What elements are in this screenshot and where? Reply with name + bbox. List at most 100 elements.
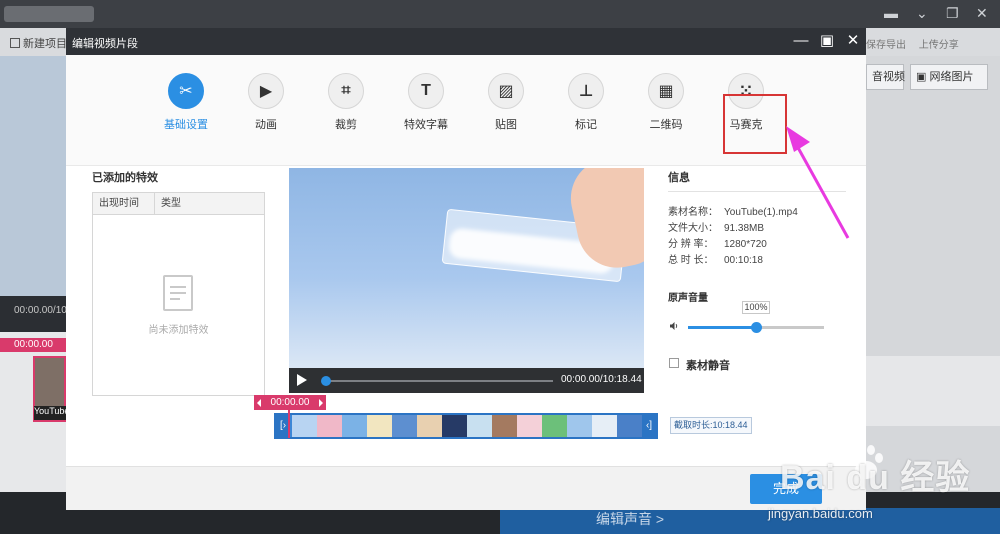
film-frame: [392, 415, 417, 437]
timeline-marker[interactable]: 00:00.00: [0, 338, 66, 352]
animation-icon: ▶: [248, 73, 284, 109]
tab-sticker[interactable]: ▨ 贴图: [466, 73, 546, 132]
qrcode-icon: ▦: [648, 73, 684, 109]
dialog-footer: [66, 466, 866, 510]
mute-label[interactable]: 素材静音: [686, 357, 730, 373]
tab-label: 标记: [575, 119, 597, 131]
film-frame: [417, 415, 442, 437]
info-value: 91.38MB: [724, 223, 765, 234]
tab-label: 基础设置: [164, 119, 208, 131]
effects-title: 已添加的特效: [92, 172, 158, 184]
mute-checkbox[interactable]: [669, 358, 679, 368]
info-value: 1280*720: [724, 239, 767, 250]
tab-qrcode[interactable]: ▦ 二维码: [626, 73, 706, 132]
volume-fill: [688, 326, 756, 329]
close-icon[interactable]: ✕: [976, 5, 988, 22]
progress-knob[interactable]: [321, 376, 331, 386]
volume-knob[interactable]: [751, 322, 762, 333]
web-image-button[interactable]: ▣ 网络图片: [910, 64, 988, 90]
film-frame: [542, 415, 567, 437]
info-row-duration: 总 时 长： 00:10:18: [668, 251, 763, 266]
effects-header: 出现时间 类型: [93, 193, 264, 215]
tab-label: 特效字幕: [404, 119, 448, 131]
info-key: 文件大小：: [668, 223, 718, 234]
video-preview[interactable]: [289, 168, 644, 368]
film-frame: [467, 415, 492, 437]
column-time[interactable]: 出现时间: [93, 193, 155, 214]
trim-filmstrip[interactable]: [› ‹]: [274, 413, 658, 439]
image-icon: ▨: [488, 73, 524, 109]
audio-video-button[interactable]: 音视频: [866, 64, 905, 90]
material-panel: [866, 56, 1000, 492]
menu-icon[interactable]: ⌄: [916, 5, 928, 22]
dialog-title-bar: 编辑视频片段 — ▣ ✕: [66, 28, 866, 55]
header-actions: 保存导出 上传分享: [866, 36, 969, 51]
player-controls: 00:00.00/10:18.44: [289, 368, 644, 393]
image-icon: ▣: [916, 71, 930, 83]
tab-basic-settings[interactable]: ✂ 基础设置: [146, 73, 226, 132]
dialog-maximize-icon[interactable]: ▣: [818, 32, 836, 50]
minimize-icon[interactable]: ▬: [884, 5, 898, 21]
cut-length-label: 截取时长:10:18.44: [670, 417, 752, 434]
tab-label: 裁剪: [335, 119, 357, 131]
volume-slider[interactable]: [688, 322, 824, 333]
volume-title: 原声音量: [668, 293, 708, 304]
info-title: 信息: [668, 172, 690, 184]
info-row-name: 素材名称： YouTube(1).mp4: [668, 203, 798, 218]
info-value: 00:10:18: [724, 255, 763, 266]
dialog-title: 编辑视频片段: [72, 38, 138, 50]
app-title-bar: ▬ ⌄ ❐ ✕: [0, 0, 1000, 28]
speaker-icon[interactable]: [669, 321, 679, 331]
edit-audio-button[interactable]: 编辑声音 >: [500, 508, 1000, 534]
film-frame: [342, 415, 367, 437]
trim-pointer: [288, 410, 290, 438]
document-icon: [163, 275, 193, 311]
effects-table: 出现时间 类型 尚未添加特效: [92, 192, 265, 396]
mosaic-highlight-box: [723, 94, 787, 154]
restore-icon[interactable]: ❐: [946, 5, 959, 22]
play-icon[interactable]: [297, 374, 307, 386]
film-frame: [567, 415, 592, 437]
upload-share-link[interactable]: 上传分享: [919, 40, 959, 51]
trim-end-handle[interactable]: ‹]: [642, 415, 656, 437]
tab-label: 二维码: [649, 119, 683, 131]
tab-animation[interactable]: ▶ 动画: [226, 73, 306, 132]
tab-label: 动画: [255, 119, 277, 131]
volume-percent: 100%: [742, 301, 770, 314]
film-frame: [292, 415, 317, 437]
progress-bar[interactable]: [321, 376, 553, 386]
main-preview: [0, 56, 66, 296]
tab-label: 贴图: [495, 119, 517, 131]
crop-icon: ⌗: [328, 73, 364, 109]
plus-icon: [10, 38, 20, 48]
edit-clip-dialog: 编辑视频片段 — ▣ ✕ ✂ 基础设置 ▶ 动画 ⌗ 裁剪 T 特效字幕 ▨ 贴…: [66, 28, 866, 510]
info-row-resolution: 分 辨 率： 1280*720: [668, 235, 767, 250]
text-icon: T: [408, 73, 444, 109]
column-type[interactable]: 类型: [155, 193, 181, 214]
new-project-button[interactable]: 新建项目: [10, 35, 67, 51]
tab-marker[interactable]: ⊥ 标记: [546, 73, 626, 132]
info-key: 素材名称：: [668, 207, 718, 218]
film-frame: [442, 415, 467, 437]
film-frame: [317, 415, 342, 437]
trim-start-time[interactable]: 00:00.00: [254, 395, 326, 410]
audio-video-label: 音视频: [872, 71, 905, 83]
film-frame: [617, 415, 642, 437]
save-export-link[interactable]: 保存导出: [866, 40, 906, 51]
scissors-icon: ✂: [168, 73, 204, 109]
film-frame: [517, 415, 542, 437]
tab-effect-subtitle[interactable]: T 特效字幕: [386, 73, 466, 132]
dialog-minimize-icon[interactable]: —: [792, 32, 810, 50]
done-button[interactable]: 完成: [750, 474, 822, 504]
info-key: 总 时 长：: [668, 255, 714, 266]
film-frame: [492, 415, 517, 437]
film-frame: [367, 415, 392, 437]
app-logo: [4, 6, 94, 22]
dialog-close-icon[interactable]: ✕: [844, 32, 862, 50]
edit-audio-label: 编辑声音 >: [595, 511, 665, 527]
material-thumb: [866, 356, 1000, 426]
info-row-size: 文件大小： 91.38MB: [668, 219, 764, 234]
tab-crop[interactable]: ⌗ 裁剪: [306, 73, 386, 132]
film-frame: [592, 415, 617, 437]
web-image-label: 网络图片: [929, 71, 974, 83]
